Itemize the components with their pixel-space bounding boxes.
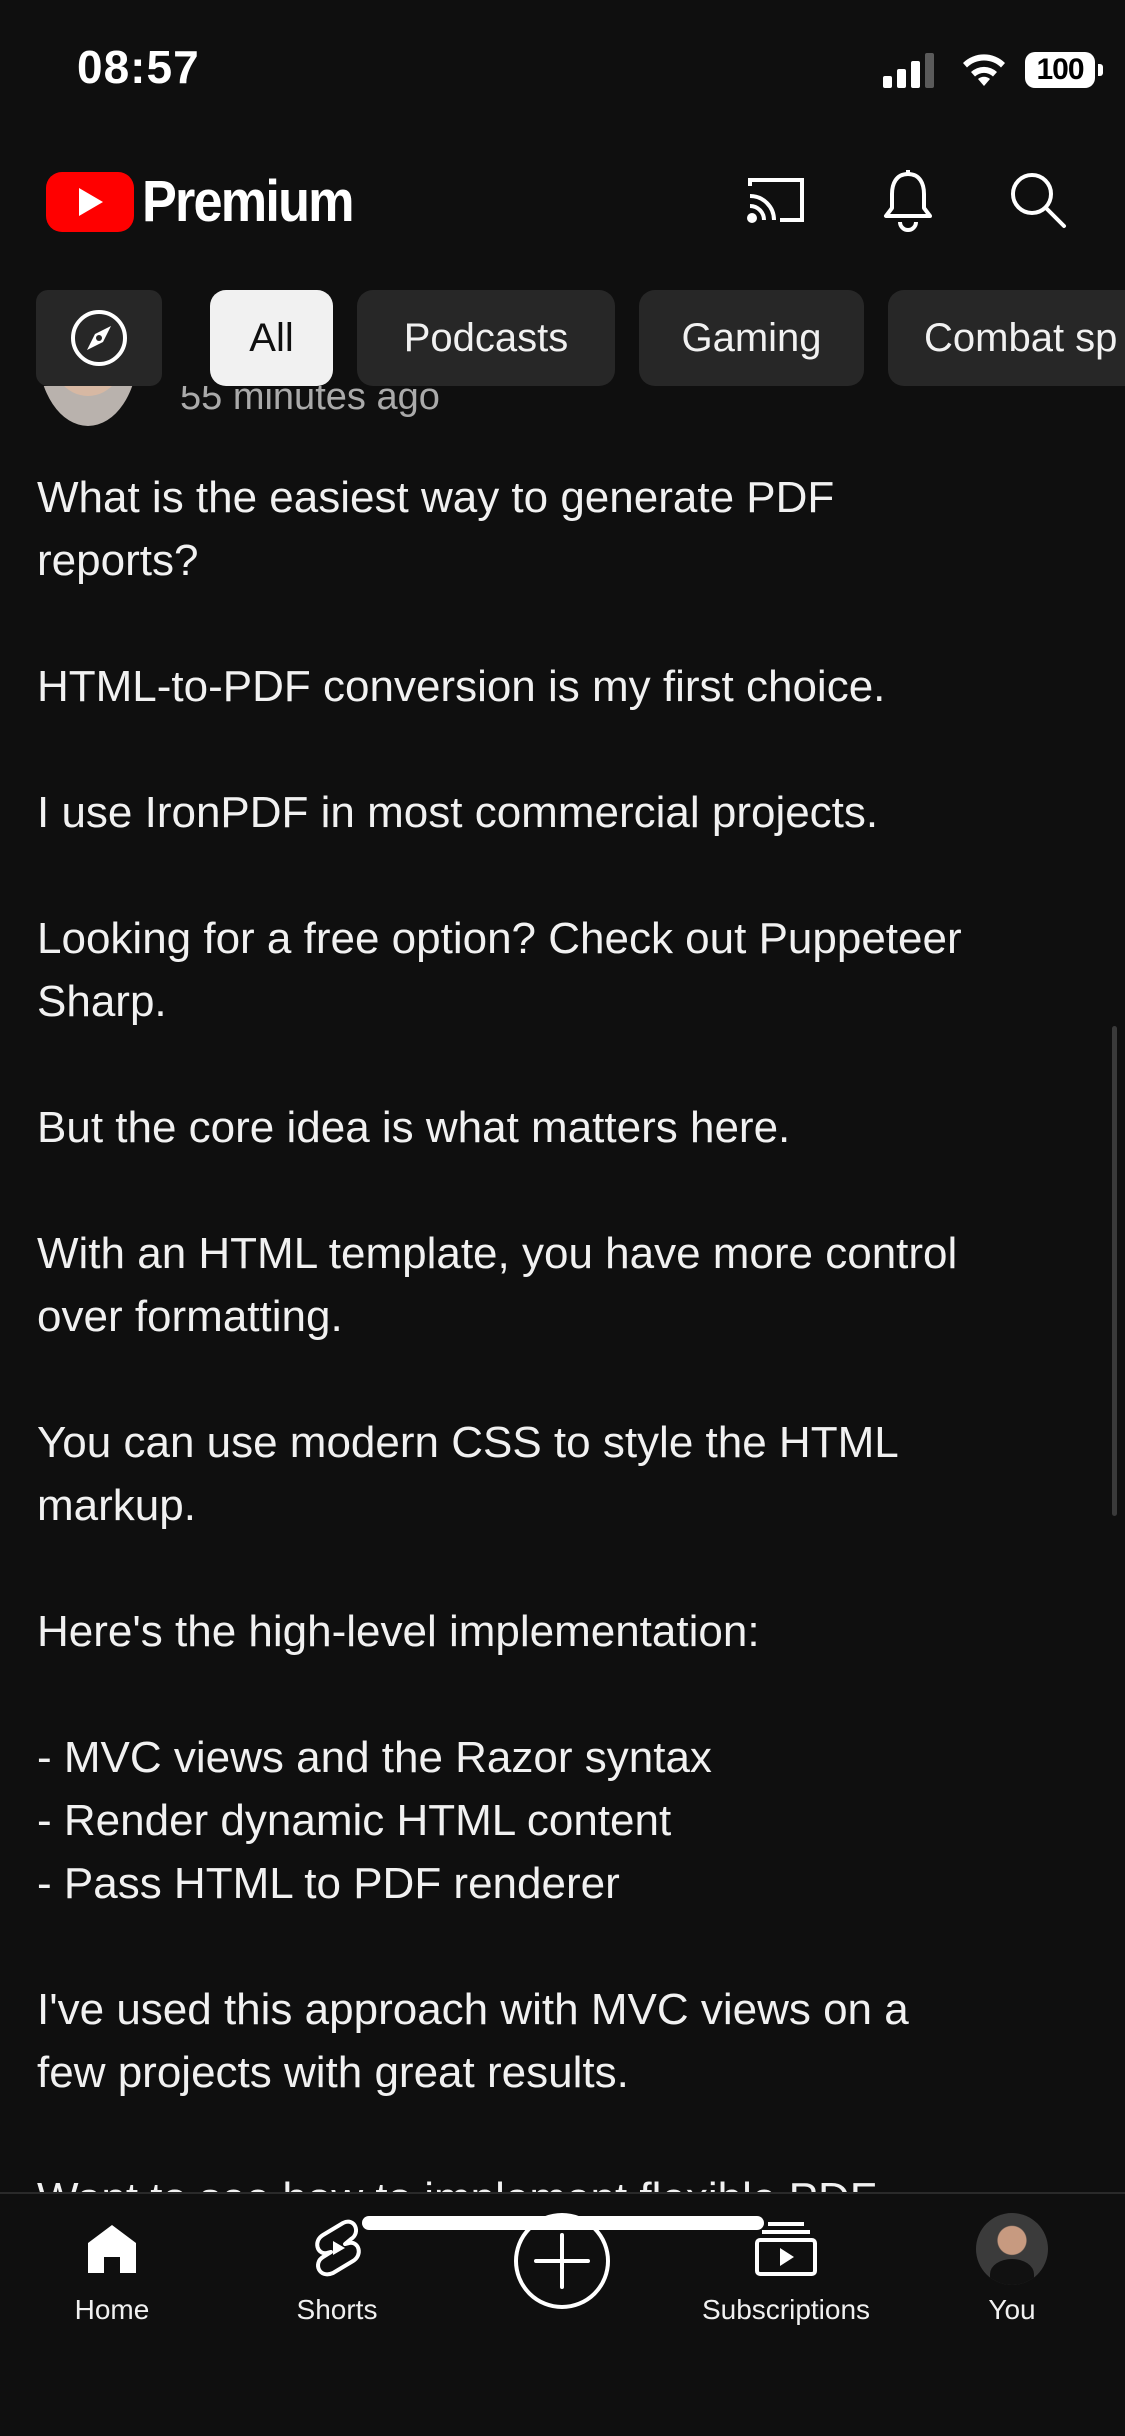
cast-icon (747, 178, 804, 223)
battery-icon: 100 (1025, 52, 1103, 88)
cast-button[interactable] (736, 160, 816, 240)
nav-subscriptions-label: Subscriptions (701, 2294, 871, 2325)
nav-home[interactable]: Home (12, 2210, 212, 2326)
search-icon (1011, 173, 1066, 228)
app-bar: Premium (0, 140, 1125, 260)
notifications-bell-icon (884, 170, 932, 232)
youtube-premium-logo[interactable]: Premium (46, 168, 376, 235)
user-avatar (976, 2213, 1048, 2285)
chip-combat-sports[interactable]: Combat sp (888, 290, 1125, 386)
wifi-icon (963, 54, 1005, 86)
logo-text: Premium (142, 169, 355, 234)
home-icon (88, 2225, 136, 2273)
author-avatar[interactable] (38, 386, 138, 426)
shorts-icon (315, 2219, 361, 2277)
category-chip-bar: All Podcasts Gaming Combat sp (0, 290, 1125, 386)
status-bar: 08:57 100 (0, 0, 1125, 140)
chip-gaming[interactable]: Gaming (639, 290, 864, 386)
chip-podcasts[interactable]: Podcasts (357, 290, 615, 386)
explore-chip[interactable] (36, 290, 162, 386)
cellular-signal-icon (883, 52, 939, 88)
subscriptions-icon (755, 2222, 817, 2276)
community-post: 55 minutes ago What is the easiest way t… (0, 386, 1125, 2192)
nav-you-label: You (988, 2294, 1036, 2325)
battery-level: 100 (1036, 53, 1084, 86)
nav-you[interactable]: You (912, 2210, 1112, 2326)
nav-home-label: Home (74, 2294, 150, 2325)
compass-icon (71, 310, 127, 366)
youtube-logo-icon (46, 171, 134, 232)
notifications-button[interactable] (868, 160, 948, 240)
status-icons: 100 (883, 48, 1103, 92)
search-button[interactable] (998, 160, 1078, 240)
status-time: 08:57 (77, 41, 200, 93)
post-timestamp: 55 minutes ago (180, 386, 440, 418)
scroll-indicator (1112, 1026, 1117, 1516)
post-text: What is the easiest way to generate PDF … (37, 473, 962, 2192)
home-indicator (362, 2216, 764, 2230)
nav-shorts-label: Shorts (296, 2294, 378, 2325)
chip-all[interactable]: All (210, 290, 333, 386)
